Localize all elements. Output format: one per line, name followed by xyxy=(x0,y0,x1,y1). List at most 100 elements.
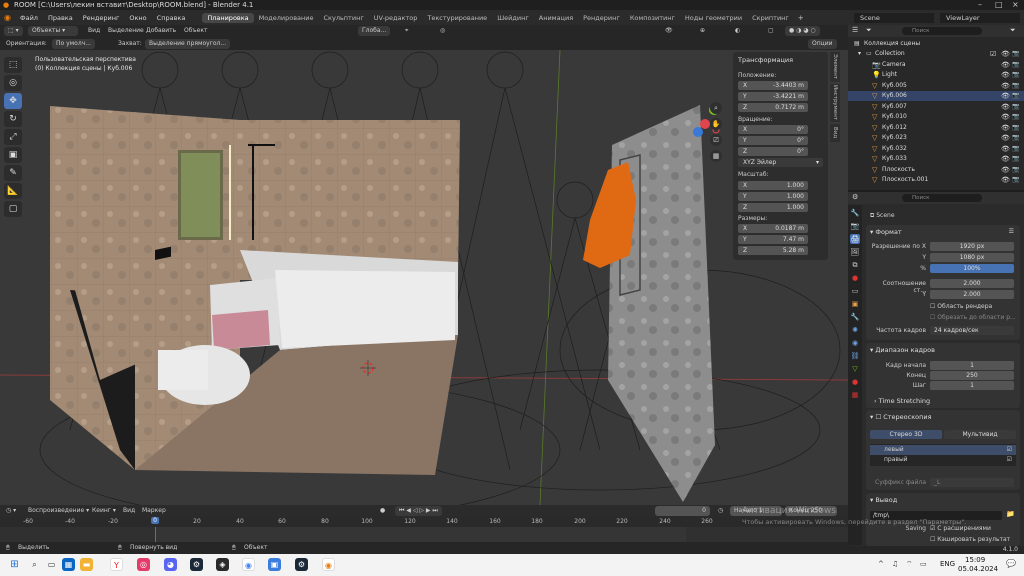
windows-start-icon[interactable]: ⊞ xyxy=(8,558,21,571)
add-workspace-icon[interactable]: + xyxy=(794,14,808,22)
language-indicator[interactable]: ENG xyxy=(940,560,955,568)
object-tab-icon[interactable]: ▣ xyxy=(850,299,860,309)
clock-icon[interactable]: ◷ xyxy=(718,506,723,516)
options-dropdown[interactable]: Опции xyxy=(808,39,837,49)
dimension-y-field[interactable]: Y 7.47 m xyxy=(738,235,808,244)
frame-start-field[interactable]: 1 xyxy=(930,361,1014,370)
camera-render-icon[interactable]: 📷 xyxy=(1012,112,1019,122)
dimension-x-field[interactable]: X 0.0187 m xyxy=(738,224,808,233)
timeline-track[interactable]: -60 -40 -20 0 20 40 60 80 100 120 140 16… xyxy=(0,517,848,542)
eye-icon[interactable]: 👁 xyxy=(1001,81,1010,91)
playback-menu[interactable]: Воспроизведение ▾ xyxy=(28,506,89,516)
eye-icon[interactable]: 👁 xyxy=(1001,91,1010,101)
scale-z-field[interactable]: Z 1.000 xyxy=(738,203,808,212)
tab-tool[interactable]: Инструмент xyxy=(830,84,840,122)
marker-menu[interactable]: Маркер xyxy=(142,506,166,516)
rotation-y-field[interactable]: Y 0° xyxy=(738,136,808,145)
outliner-search-input[interactable]: Поиск xyxy=(902,27,982,35)
transform-orientation-dropdown[interactable]: Глоба... xyxy=(358,26,391,36)
output-tab-icon[interactable]: 🖨 xyxy=(850,234,860,244)
eye-icon[interactable]: 👁 xyxy=(1001,112,1010,122)
view-left-row[interactable]: левый ☑ xyxy=(870,445,1016,455)
menu-edit[interactable]: Правка xyxy=(43,14,78,22)
menu-view[interactable]: Вид xyxy=(88,26,100,36)
search-icon[interactable]: ⌕ xyxy=(28,558,41,571)
tab-compositing[interactable]: Композитинг xyxy=(625,13,680,23)
aspect-x-field[interactable]: 2.000 xyxy=(930,279,1014,288)
photos-icon[interactable]: ▣ xyxy=(268,558,281,571)
dimension-z-field[interactable]: Z 5.28 m xyxy=(738,246,808,255)
game-icon[interactable]: ◈ xyxy=(216,558,229,571)
task-view-icon[interactable]: ▭ xyxy=(45,558,58,571)
editor-type-button[interactable]: ⬚ ▾ xyxy=(4,26,23,36)
cursor-tool-icon[interactable]: ◎ xyxy=(4,75,22,91)
eye-icon[interactable]: 👁 xyxy=(1001,49,1010,59)
stereo-3d-button[interactable]: Стерео 3D xyxy=(870,430,942,439)
clock-date[interactable]: 05.04.2024 xyxy=(958,565,998,573)
collection-tab-icon[interactable]: ▭ xyxy=(850,286,860,296)
shading-modes[interactable]: ● ◑ ◕ ○ xyxy=(785,26,820,36)
eye-icon[interactable]: 👁 xyxy=(1001,165,1010,175)
cache-result-checkbox[interactable]: ☐ Кэшировать результат xyxy=(930,536,1010,543)
menu-window[interactable]: Окно xyxy=(124,14,151,22)
clock-time[interactable]: 15:09 xyxy=(965,556,985,564)
rotation-mode-dropdown[interactable]: XYZ Эйлер ▾ xyxy=(738,158,823,167)
physics-tab-icon[interactable]: ◉ xyxy=(850,338,860,348)
camera-render-icon[interactable]: 📷 xyxy=(1012,165,1019,175)
camera-render-icon[interactable]: 📷 xyxy=(1012,91,1019,101)
modifier-tab-icon[interactable]: 🔧 xyxy=(850,312,860,322)
frame-end-field[interactable]: 250 xyxy=(930,371,1014,380)
mode-selector[interactable]: Объекты ▾ xyxy=(28,26,78,36)
volume-icon[interactable]: ♫ xyxy=(892,560,898,568)
visibility-icon[interactable]: 👁 xyxy=(665,26,673,36)
location-z-field[interactable]: Z 0.7172 m xyxy=(738,103,808,112)
network-icon[interactable]: ⌔ xyxy=(906,560,913,569)
scale-y-field[interactable]: Y 1.000 xyxy=(738,192,808,201)
camera-render-icon[interactable]: 📷 xyxy=(1012,133,1019,143)
menu-help[interactable]: Справка xyxy=(152,14,191,22)
filter-icon[interactable]: ⏷ xyxy=(1010,26,1016,35)
tray-chevron-icon[interactable]: ^ xyxy=(878,560,884,568)
battery-icon[interactable]: ▭ xyxy=(920,560,927,568)
tab-layout[interactable]: Планировка xyxy=(202,12,254,23)
scale-x-field[interactable]: X 1.000 xyxy=(738,181,808,190)
playhead-frame[interactable]: 0 xyxy=(151,517,159,524)
outliner-item[interactable]: ▽ Куб.032 👁 📷 xyxy=(848,144,1024,154)
browser-icon[interactable]: ◎ xyxy=(137,558,150,571)
outliner-item[interactable]: ▽ Куб.023 👁 📷 xyxy=(848,133,1024,143)
frame-range-header[interactable]: ▾ Диапазон кадров xyxy=(870,346,935,354)
current-frame-field[interactable]: 0 xyxy=(655,506,710,516)
camera-view-icon[interactable]: ⎚ xyxy=(710,134,722,146)
fps-dropdown[interactable]: 24 кадров/сек xyxy=(930,326,1014,335)
menu-object[interactable]: Объект xyxy=(184,26,207,36)
steam2-icon[interactable]: ⚙ xyxy=(295,558,308,571)
eye-icon[interactable]: 👁 xyxy=(1001,133,1010,143)
blender-menu-icon[interactable]: ◉ xyxy=(0,13,15,22)
add-cube-tool-icon[interactable]: ▢ xyxy=(4,201,22,217)
view-right-row[interactable]: правый ☑ xyxy=(870,455,1016,465)
outliner-filter-icon[interactable]: ⏷ xyxy=(866,26,872,35)
camera-render-icon[interactable]: 📷 xyxy=(1012,154,1019,164)
checkbox-icon[interactable]: ☑ xyxy=(1007,445,1012,455)
properties-search-input[interactable]: Поиск xyxy=(902,194,982,202)
tab-modeling[interactable]: Моделирование xyxy=(254,13,319,23)
outliner-item-selected[interactable]: ▽ Куб.006 👁 📷 xyxy=(848,91,1024,101)
record-icon[interactable]: ● xyxy=(380,506,385,516)
outliner-item[interactable]: 📷 Camera 👁 📷 xyxy=(848,60,1024,70)
eye-icon[interactable]: 👁 xyxy=(1001,144,1010,154)
timeline-editor-icon[interactable]: ◷ ▾ xyxy=(6,506,16,516)
tab-shading[interactable]: Шейдинг xyxy=(492,13,534,23)
camera-render-icon[interactable]: 📷 xyxy=(1012,70,1019,80)
outliner-collection-row[interactable]: ▾ ▭ Collection ☑ 👁 📷 xyxy=(848,49,1024,59)
steam-icon[interactable]: ⚙ xyxy=(190,558,203,571)
render-tab-icon[interactable]: 📷 xyxy=(850,221,860,231)
time-stretching-header[interactable]: › Time Stretching xyxy=(874,397,930,405)
menu-render[interactable]: Рендеринг xyxy=(78,14,125,22)
transform-tool-icon[interactable]: ▣ xyxy=(4,147,22,163)
tab-texture-paint[interactable]: Текстурирование xyxy=(422,13,492,23)
list-icon[interactable]: ☰ xyxy=(1009,228,1014,235)
3d-viewport[interactable]: Пользовательская перспектива (0) Коллекц… xyxy=(0,50,848,505)
tab-uv-editing[interactable]: UV-редактор xyxy=(369,13,423,23)
rotation-x-field[interactable]: X 0° xyxy=(738,125,808,134)
outliner-item[interactable]: ▽ Куб.007 👁 📷 xyxy=(848,102,1024,112)
